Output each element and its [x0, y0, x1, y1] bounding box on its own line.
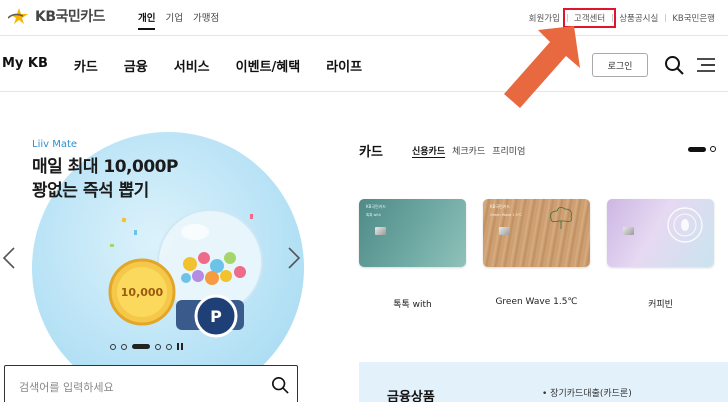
nav-item-mykb[interactable]: My KB [2, 56, 48, 75]
nav-item-finance[interactable]: 금융 [124, 56, 148, 75]
slide-indicator [110, 343, 183, 350]
slide-dot[interactable] [155, 343, 161, 350]
menu-icon[interactable] [697, 57, 715, 73]
slide-dot-active[interactable] [688, 146, 706, 152]
card-chip-icon [499, 227, 510, 235]
card-image-toktok[interactable]: KB국민카드 톡톡 with [359, 199, 466, 267]
slide-dot[interactable] [110, 343, 116, 350]
tab-corporate[interactable]: 기업 [165, 10, 182, 30]
logo-text: KB국민카드 [35, 9, 106, 25]
capsule-ball [205, 271, 219, 285]
tab-personal[interactable]: 개인 [138, 10, 156, 30]
tab-merchant[interactable]: 가맹점 [193, 10, 219, 30]
annotation-arrow [504, 26, 580, 108]
card-chip-icon [623, 227, 634, 235]
next-slide-button[interactable] [287, 246, 301, 270]
search-placeholder: 검색어를 입력하세요 [19, 381, 114, 394]
capsule-ball [210, 259, 224, 273]
card-brand-text: KB국민카드 [490, 204, 511, 209]
card-brand-text: KB국민카드 [366, 204, 387, 209]
pause-icon[interactable] [177, 343, 183, 350]
point-badge-text: P [210, 307, 222, 326]
nav-item-service[interactable]: 서비스 [174, 56, 210, 75]
finance-title: 금융상품 [387, 390, 435, 402]
search-icon[interactable] [664, 55, 684, 75]
hero-banner[interactable]: Liiv Mate 매일 최대 10,000P 꽝없는 즉석 뽑기 10,000… [0, 92, 330, 402]
nav-item-life[interactable]: 라이프 [326, 56, 362, 75]
coin-text: 10,000 [121, 286, 164, 299]
hero-title-line1: 매일 최대 10,000P [32, 157, 178, 177]
capsule-ball [234, 266, 246, 278]
search-icon[interactable] [271, 376, 289, 394]
kb-bank-link[interactable]: KB국민은행 [665, 12, 722, 24]
finance-item-label: 장기카드대출(카드론) [550, 389, 632, 399]
capsule-ball [192, 270, 204, 282]
card-name-greenwave[interactable]: Green Wave 1.5℃ [483, 297, 590, 307]
top-utility-bar: KB국민카드 개인 기업 가맹점 회원가입 고객센터 상품공시실 KB국민은행 [0, 0, 728, 36]
capsule-ball [224, 252, 236, 264]
slide-dot[interactable] [710, 146, 716, 152]
capsule-ball [181, 273, 191, 283]
customer-segment-tabs: 개인 기업 가맹점 [138, 10, 219, 30]
card-name-toktok[interactable]: 톡톡 with [359, 297, 466, 310]
card-section-title: 카드 [359, 145, 383, 160]
card-slide-indicator [688, 146, 716, 152]
capsule-ball [220, 270, 232, 282]
slide-dot-active[interactable] [132, 344, 150, 349]
card-chip-icon [375, 227, 386, 235]
finance-item-cardloan[interactable]: • 장기카드대출(카드론) [542, 386, 632, 399]
card-image-greenwave[interactable]: KB국민카드 Green Wave 1.5℃ [483, 199, 590, 267]
nav-item-card[interactable]: 카드 [74, 56, 98, 75]
nav-item-event[interactable]: 이벤트/혜택 [236, 56, 301, 75]
card-sub-text: Green Wave 1.5℃ [490, 213, 522, 217]
card-sub-text: 톡톡 with [366, 213, 381, 217]
prev-slide-button[interactable] [2, 246, 16, 270]
main-nav: My KB 카드 금융 서비스 이벤트/혜택 라이프 로그인 [0, 37, 728, 92]
login-button[interactable]: 로그인 [592, 53, 648, 77]
capsule-ball [183, 257, 197, 271]
card-name-coffeebean[interactable]: 커피빈 [607, 297, 714, 310]
slide-dot[interactable] [121, 343, 127, 350]
tab-credit-card[interactable]: 신용카드 [412, 144, 445, 157]
kb-star-icon [8, 8, 28, 24]
slide-dot[interactable] [166, 343, 172, 350]
product-disclosure-link[interactable]: 상품공시실 [612, 12, 665, 24]
gacha-machine-illustration: 10,000 P [108, 209, 263, 338]
coffeebean-logo-icon [667, 207, 703, 243]
finance-products-box: 금융상품 • 장기카드대출(카드론) [359, 362, 728, 402]
tab-check-card[interactable]: 체크카드 [452, 144, 485, 157]
card-type-tabs: 신용카드 체크카드 프리미엄 [412, 144, 525, 157]
capsule-ball [198, 252, 210, 264]
card-image-coffeebean[interactable] [607, 199, 714, 267]
hero-tag: Liiv Mate [32, 139, 78, 150]
tab-premium[interactable]: 프리미엄 [492, 144, 525, 157]
tree-icon [550, 207, 572, 229]
kb-logo[interactable]: KB국민카드 [8, 6, 106, 26]
search-input[interactable]: 검색어를 입력하세요 [4, 365, 298, 402]
